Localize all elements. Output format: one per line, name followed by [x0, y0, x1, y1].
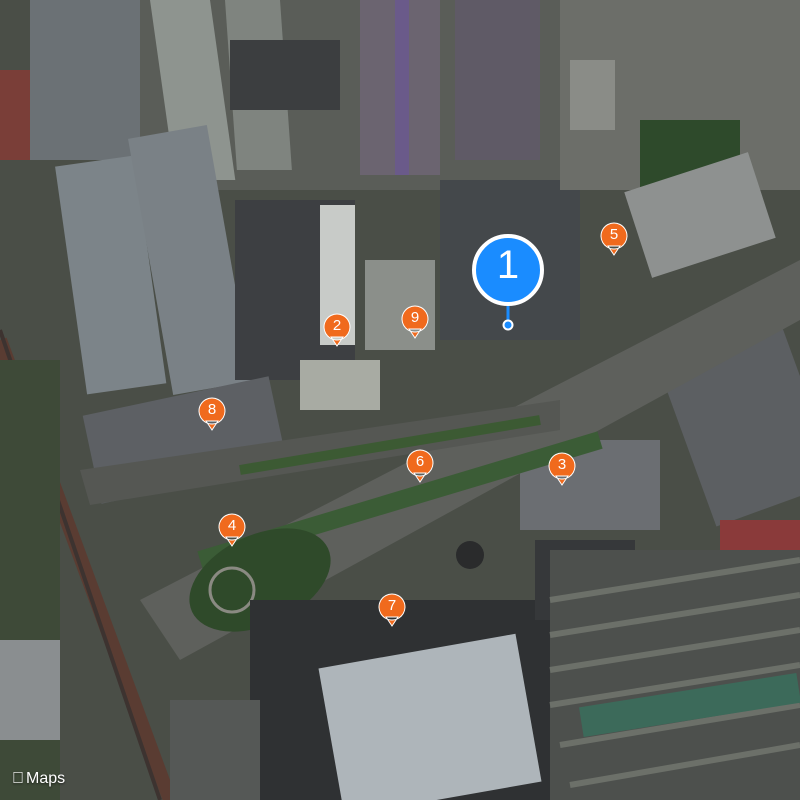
marker-5[interactable]: 5	[599, 221, 629, 259]
primary-location-marker[interactable]: 1	[470, 232, 546, 332]
apple-logo-icon: 	[12, 770, 24, 788]
marker-2[interactable]: 2	[322, 312, 352, 350]
marker-label: 4	[227, 517, 237, 534]
marker-label: 9	[410, 309, 420, 326]
marker-3[interactable]: 3	[547, 451, 577, 489]
marker-9[interactable]: 9	[400, 304, 430, 342]
marker-label: 8	[207, 401, 217, 418]
primary-marker-label: 1	[496, 243, 520, 287]
marker-label: 7	[387, 597, 397, 614]
marker-label: 2	[332, 317, 342, 334]
marker-label: 5	[609, 226, 619, 243]
marker-label: 6	[415, 453, 425, 470]
marker-4[interactable]: 4	[217, 512, 247, 550]
marker-6[interactable]: 6	[405, 448, 435, 486]
maps-attribution-label: Maps	[14, 770, 65, 787]
maps-attribution[interactable]:  Maps	[12, 770, 65, 788]
map-view[interactable]: 1 2 3 4 5 6 7 8 9  Maps	[0, 0, 800, 800]
marker-label: 3	[557, 456, 567, 473]
marker-8[interactable]: 8	[197, 396, 227, 434]
satellite-imagery	[0, 0, 800, 800]
marker-7[interactable]: 7	[377, 592, 407, 630]
